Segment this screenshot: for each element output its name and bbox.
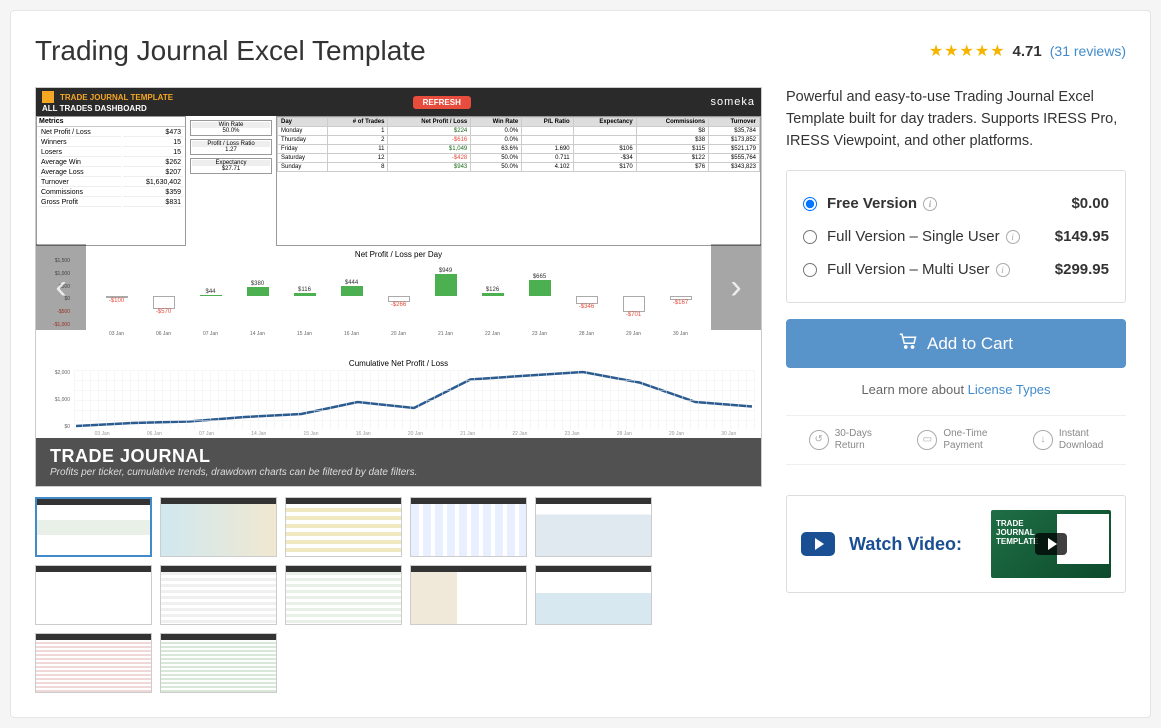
thumbnail[interactable] xyxy=(35,633,152,693)
star-icon: ★ xyxy=(929,41,943,61)
ss-header: TRADE JOURNAL TEMPLATE ALL TRADES DASHBO… xyxy=(36,88,761,116)
thumbnail[interactable] xyxy=(410,565,527,625)
ss-subtitle: ALL TRADES DASHBOARD xyxy=(42,104,173,113)
product-card: Trading Journal Excel Template ★ ★ ★ ★ ★… xyxy=(10,10,1151,718)
badge-icon: ↺ xyxy=(809,430,829,450)
badge: ↓InstantDownload xyxy=(1033,428,1103,452)
stars: ★ ★ ★ ★ ★ xyxy=(929,41,1005,61)
star-icon: ★ xyxy=(960,41,974,61)
thumbnail[interactable] xyxy=(160,497,277,557)
cart-icon xyxy=(899,333,917,354)
thumbnail[interactable] xyxy=(535,497,652,557)
thumbnail[interactable] xyxy=(410,497,527,557)
rating-value: 4.71 xyxy=(1013,43,1042,60)
thumbnail[interactable] xyxy=(35,497,152,557)
badge: ↺30-DaysReturn xyxy=(809,428,872,452)
play-icon xyxy=(801,532,835,556)
overlay-subtitle: Profits per ticker, cumulative trends, d… xyxy=(50,467,747,478)
feature-badges: ↺30-DaysReturn ▭One-TimePayment ↓InstantDo… xyxy=(786,415,1126,465)
ss-body: Metrics Net Profit / Loss$473Winners15Lo… xyxy=(36,116,761,246)
reviews-link[interactable]: (31 reviews) xyxy=(1050,43,1126,59)
option-radio[interactable] xyxy=(803,263,817,277)
chart1-title: Net Profit / Loss per Day xyxy=(38,248,759,261)
add-to-cart-button[interactable]: Add to Cart xyxy=(786,319,1126,368)
bar-chart: Net Profit / Loss per Day $1,500$1,000$5… xyxy=(36,246,761,356)
learn-more: Learn more about License Types xyxy=(786,382,1126,397)
description: Powerful and easy-to-use Trading Journal… xyxy=(786,87,1126,152)
info-icon[interactable]: i xyxy=(923,197,937,211)
thumbnail[interactable] xyxy=(35,565,152,625)
option-radio[interactable] xyxy=(803,197,817,211)
option-row[interactable]: Full Version – Multi User i$299.95 xyxy=(803,253,1109,286)
thumbnails xyxy=(35,497,762,693)
option-label: Free Version i xyxy=(827,195,1071,212)
overlay-title: TRADE JOURNAL xyxy=(50,446,747,467)
thumbnail[interactable] xyxy=(535,565,652,625)
day-table: Day# of TradesNet Profit / LossWin RateP… xyxy=(276,116,761,246)
content: ‹ › TRADE JOURNAL TEMPLATE ALL TRADES DA… xyxy=(35,87,1126,693)
metrics-header: Metrics xyxy=(37,117,185,127)
video-thumbnail: TRADE JOURNAL TEMPLATE xyxy=(991,510,1111,578)
refresh-button: REFRESH xyxy=(413,96,471,109)
gallery-prev[interactable]: ‹ xyxy=(36,244,86,330)
line-chart: Cumulative Net Profit / Loss $2,000$1,00… xyxy=(36,356,761,451)
option-label: Full Version – Multi User i xyxy=(827,261,1055,278)
chart2-yaxis: $2,000$1,000$0 xyxy=(40,370,70,430)
screenshot-preview: TRADE JOURNAL TEMPLATE ALL TRADES DASHBO… xyxy=(36,88,761,486)
thumbnail[interactable] xyxy=(160,565,277,625)
thumbnail[interactable] xyxy=(285,497,402,557)
pricing-options: Free Version i$0.00Full Version – Single… xyxy=(786,170,1126,303)
option-label: Full Version – Single User i xyxy=(827,228,1055,245)
option-price: $149.95 xyxy=(1055,228,1109,245)
badge-icon: ↓ xyxy=(1033,430,1053,450)
right-column: Powerful and easy-to-use Trading Journal… xyxy=(786,87,1126,693)
license-types-link[interactable]: License Types xyxy=(968,382,1051,397)
info-icon[interactable]: i xyxy=(996,263,1010,277)
thumbnail[interactable] xyxy=(160,633,277,693)
chart2-xaxis: 03 Jan06 Jan07 Jan14 Jan15 Jan16 Jan20 J… xyxy=(38,431,759,437)
watch-video-box[interactable]: Watch Video: TRADE JOURNAL TEMPLATE xyxy=(786,495,1126,593)
option-price: $0.00 xyxy=(1071,195,1109,212)
left-column: ‹ › TRADE JOURNAL TEMPLATE ALL TRADES DA… xyxy=(35,87,762,693)
star-icon: ★ xyxy=(944,41,958,61)
gallery-main: ‹ › TRADE JOURNAL TEMPLATE ALL TRADES DA… xyxy=(35,87,762,487)
option-price: $299.95 xyxy=(1055,261,1109,278)
kpi-panel: Win Rate50.0%Profit / Loss Ratio1.27Expe… xyxy=(186,116,276,246)
star-icon: ★ xyxy=(990,41,1004,61)
video-label: Watch Video: xyxy=(849,534,977,555)
screenshot-overlay: TRADE JOURNAL Profits per ticker, cumula… xyxy=(36,438,761,486)
brand-label: someka xyxy=(710,96,755,108)
ss-template-title: TRADE JOURNAL TEMPLATE xyxy=(60,93,173,102)
header: Trading Journal Excel Template ★ ★ ★ ★ ★… xyxy=(35,35,1126,67)
option-row[interactable]: Full Version – Single User i$149.95 xyxy=(803,220,1109,253)
option-radio[interactable] xyxy=(803,230,817,244)
rating-box[interactable]: ★ ★ ★ ★ ★ 4.71 (31 reviews) xyxy=(929,41,1126,61)
badge-icon: ▭ xyxy=(917,430,937,450)
option-row[interactable]: Free Version i$0.00 xyxy=(803,187,1109,220)
gallery-next[interactable]: › xyxy=(711,244,761,330)
chart2-title: Cumulative Net Profit / Loss xyxy=(38,358,759,369)
metrics-panel: Metrics Net Profit / Loss$473Winners15Lo… xyxy=(36,116,186,246)
info-icon[interactable]: i xyxy=(1006,230,1020,244)
thumbnail[interactable] xyxy=(285,565,402,625)
badge: ▭One-TimePayment xyxy=(917,428,987,452)
star-icon: ★ xyxy=(975,41,989,61)
add-to-cart-label: Add to Cart xyxy=(927,334,1013,354)
page-title: Trading Journal Excel Template xyxy=(35,35,426,67)
